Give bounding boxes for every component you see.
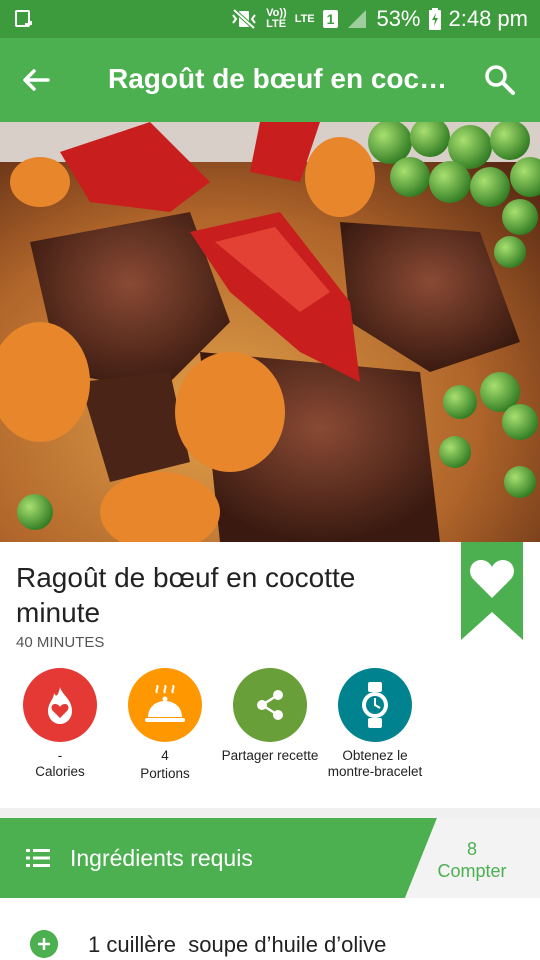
portions-value: 4 bbox=[161, 748, 169, 763]
recipe-duration: 40 MINUTES bbox=[16, 634, 105, 651]
calories-value: - bbox=[57, 748, 63, 763]
share-circle[interactable] bbox=[233, 668, 307, 742]
section-divider bbox=[0, 808, 540, 818]
food-cloche-icon bbox=[145, 685, 185, 722]
calories-action[interactable]: - Calories bbox=[5, 668, 115, 780]
ingredients-count-value: 8 bbox=[466, 839, 477, 859]
calories-label: Calories bbox=[35, 764, 85, 779]
ingredients-header[interactable]: Ingrédients requis 8 Compter bbox=[0, 818, 540, 898]
ingredient-text: 1 cuillère soupe d’huile d’olive bbox=[88, 932, 387, 957]
ingredient-row[interactable]: 1 cuillère soupe d’huile d’olive bbox=[0, 920, 540, 960]
lte-label: LTE bbox=[294, 12, 315, 25]
screenshot-notification-icon bbox=[15, 10, 32, 27]
portions-action[interactable]: 4 Portions bbox=[110, 668, 220, 782]
volte-label: Vo)) LTE bbox=[266, 7, 287, 30]
calories-circle[interactable] bbox=[23, 668, 97, 742]
share-label: Partager recette bbox=[221, 748, 319, 763]
wristwatch-icon bbox=[362, 682, 388, 728]
recipe-photo bbox=[0, 122, 540, 542]
share-icon bbox=[257, 690, 283, 720]
portions-circle[interactable] bbox=[128, 668, 202, 742]
watch-circle[interactable] bbox=[338, 668, 412, 742]
app-bar-title: Ragoût de bœuf en coc… bbox=[108, 63, 448, 94]
battery-percent: 53% bbox=[376, 6, 421, 31]
add-plus-icon[interactable] bbox=[30, 930, 58, 958]
app-bar: Ragoût de bœuf en coc… bbox=[0, 38, 540, 122]
portions-label: Portions bbox=[140, 766, 190, 781]
recipe-actions: - Calories 4 Portions Partager recette O… bbox=[0, 668, 540, 808]
status-bar: Vo)) LTE LTE 1 53% 2:48 pm bbox=[0, 0, 540, 38]
recipe-title: Ragoût de bœuf en cocotte minute bbox=[16, 562, 356, 628]
favorite-bookmark-icon[interactable] bbox=[461, 542, 523, 640]
sim-badge: 1 bbox=[322, 10, 339, 28]
ingredients-count: 8 Compter bbox=[420, 838, 524, 882]
flame-heart-icon bbox=[48, 687, 72, 724]
ingredients-count-label: Compter bbox=[437, 861, 507, 881]
watch-label: Obtenez le montre-bracelet bbox=[327, 748, 423, 779]
ingredients-title: Ingrédients requis bbox=[70, 845, 253, 871]
list-icon bbox=[26, 849, 50, 867]
signal-icon bbox=[348, 10, 367, 28]
share-action[interactable]: Partager recette bbox=[215, 668, 325, 764]
watch-action[interactable]: Obtenez le montre-bracelet bbox=[320, 668, 430, 780]
battery-charging-icon bbox=[428, 8, 441, 30]
back-arrow-icon[interactable] bbox=[18, 62, 54, 98]
search-icon[interactable] bbox=[482, 62, 518, 98]
vibrate-mute-icon bbox=[232, 8, 256, 30]
clock: 2:48 pm bbox=[448, 6, 529, 31]
